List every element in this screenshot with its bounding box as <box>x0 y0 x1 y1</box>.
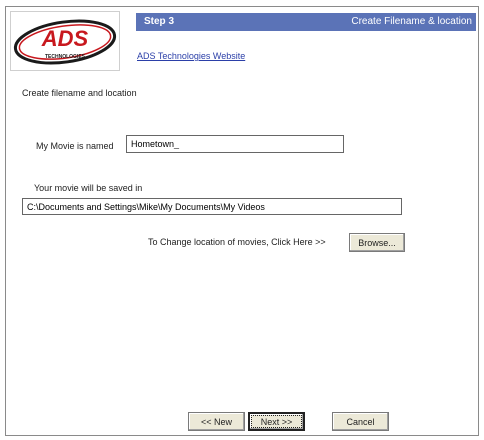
step-header: Step 3 Create Filename & location <box>136 13 476 31</box>
movie-name-label: My Movie is named <box>36 141 114 151</box>
wizard-window: ADS TECHNOLOGIES Step 3 Create Filename … <box>5 6 479 436</box>
browse-button[interactable]: Browse... <box>349 233 405 252</box>
step-title: Create Filename & location <box>351 16 472 27</box>
next-button[interactable]: Next >> <box>248 412 305 431</box>
change-location-text: To Change location of movies, Click Here… <box>148 237 326 247</box>
step-label: Step 3 <box>144 16 175 27</box>
new-button[interactable]: << New <box>188 412 245 431</box>
ads-logo-graphic: ADS TECHNOLOGIES <box>13 19 117 65</box>
save-location-label: Your movie will be saved in <box>34 183 143 193</box>
logo-brand-text: ADS <box>41 26 89 51</box>
movie-name-input[interactable] <box>126 135 344 153</box>
logo-tagline-text: TECHNOLOGIES <box>45 54 86 60</box>
website-link[interactable]: ADS Technologies Website <box>137 51 245 61</box>
cancel-button[interactable]: Cancel <box>332 412 389 431</box>
ads-logo: ADS TECHNOLOGIES <box>10 11 120 71</box>
save-path-input[interactable] <box>22 198 402 215</box>
instruction-text: Create filename and location <box>22 88 137 98</box>
